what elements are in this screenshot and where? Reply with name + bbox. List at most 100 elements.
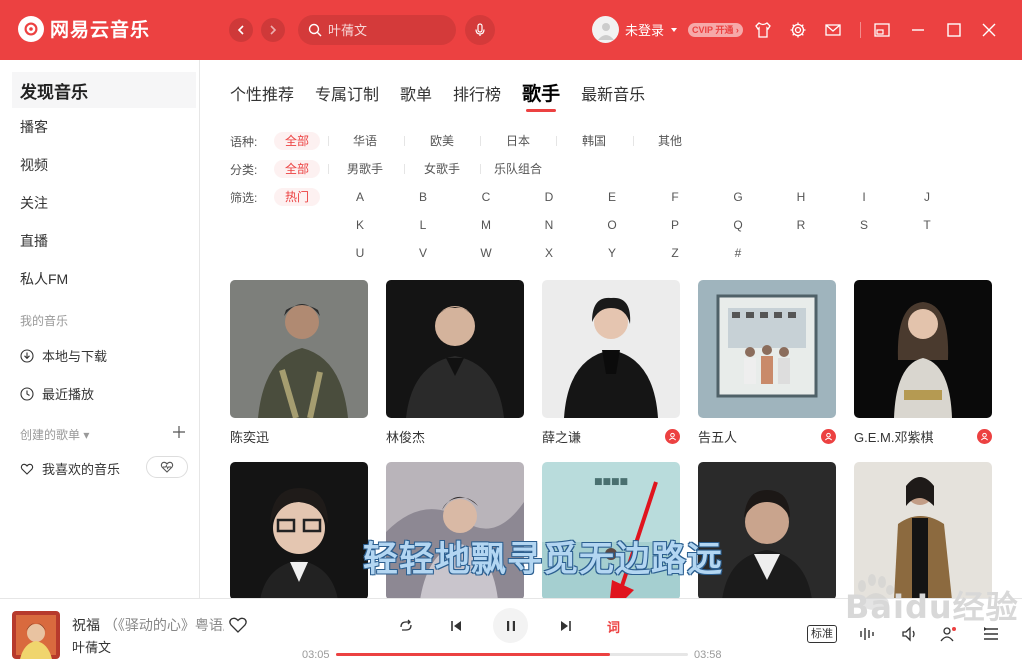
artist-verified-badge[interactable] xyxy=(821,429,836,444)
filter-option[interactable]: G xyxy=(715,188,761,206)
filter-option[interactable]: 乐队组合 xyxy=(486,160,550,178)
artist-card[interactable]: 薛之谦 xyxy=(542,280,680,445)
sidebar-item-video[interactable]: 视频 xyxy=(12,147,196,183)
artist-verified-badge[interactable] xyxy=(977,429,992,444)
filter-option[interactable]: V xyxy=(400,244,446,262)
tab-charts[interactable]: 排行榜 xyxy=(453,81,501,112)
album-cover[interactable] xyxy=(12,611,60,659)
filter-option[interactable]: 全部 xyxy=(274,132,320,150)
artist-card[interactable] xyxy=(230,462,368,598)
sidebar-item-local-download[interactable]: 本地与下载 xyxy=(20,346,107,365)
heartbeat-mode-button[interactable] xyxy=(146,456,188,478)
filter-option[interactable]: L xyxy=(400,216,446,234)
artist-name[interactable]: 薛之谦 xyxy=(542,427,581,446)
filter-option[interactable]: H xyxy=(778,188,824,206)
sidebar-item-recent[interactable]: 最近播放 xyxy=(20,384,94,403)
filter-option[interactable]: W xyxy=(463,244,509,262)
filter-option[interactable]: J xyxy=(904,188,950,206)
sidebar-item-discover[interactable]: 发现音乐 xyxy=(12,72,196,108)
artist-photo[interactable] xyxy=(698,280,836,418)
maximize-button[interactable] xyxy=(943,19,965,41)
artist-name[interactable]: G.E.M.邓紫棋 xyxy=(854,427,933,446)
song-artist[interactable]: 叶蒨文 xyxy=(72,637,111,656)
filter-option[interactable]: B xyxy=(400,188,446,206)
tab-artists[interactable]: 歌手 xyxy=(522,79,560,112)
filter-option[interactable]: Q xyxy=(715,216,761,234)
messages-button[interactable] xyxy=(822,19,844,41)
sidebar-item-live[interactable]: 直播 xyxy=(12,223,196,259)
artist-photo[interactable] xyxy=(230,280,368,418)
filter-option[interactable]: D xyxy=(526,188,572,206)
filter-option[interactable]: R xyxy=(778,216,824,234)
sidebar-item-follow[interactable]: 关注 xyxy=(12,185,196,221)
desktop-lyrics[interactable]: 轻轻地飘寻觅无边路远 xyxy=(363,531,723,582)
filter-option[interactable]: A xyxy=(337,188,383,206)
quality-button[interactable]: 标准 xyxy=(807,625,837,643)
artist-name[interactable]: 告五人 xyxy=(698,427,737,446)
back-button[interactable] xyxy=(229,18,253,42)
filter-option[interactable]: X xyxy=(526,244,572,262)
artist-card[interactable]: G.E.M.邓紫棋 xyxy=(854,280,992,445)
tab-new-music[interactable]: 最新音乐 xyxy=(581,81,645,112)
artist-card[interactable]: 林俊杰 xyxy=(386,280,524,445)
voice-search-button[interactable] xyxy=(465,15,495,45)
tab-custom[interactable]: 专属订制 xyxy=(315,81,379,112)
filter-option[interactable]: O xyxy=(589,216,635,234)
loop-mode-button[interactable] xyxy=(398,618,414,634)
filter-option[interactable]: Z xyxy=(652,244,698,262)
app-logo[interactable]: 网易云音乐 xyxy=(18,15,150,42)
filter-option[interactable]: M xyxy=(463,216,509,234)
artist-verified-badge[interactable] xyxy=(665,429,680,444)
filter-option[interactable]: 欧美 xyxy=(419,132,465,150)
filter-option[interactable]: 日本 xyxy=(495,132,541,150)
next-button[interactable] xyxy=(558,618,574,634)
sidebar-item-podcast[interactable]: 播客 xyxy=(12,109,196,145)
filter-option[interactable]: 男歌手 xyxy=(342,160,388,178)
play-pause-button[interactable] xyxy=(493,608,528,643)
filter-option[interactable]: U xyxy=(337,244,383,262)
artist-card[interactable]: 陈奕迅 xyxy=(230,280,368,445)
add-playlist-icon[interactable] xyxy=(171,424,187,440)
filter-option[interactable]: E xyxy=(589,188,635,206)
filter-option[interactable]: K xyxy=(337,216,383,234)
avatar[interactable] xyxy=(592,16,619,43)
filter-option[interactable]: C xyxy=(463,188,509,206)
artist-name[interactable]: 林俊杰 xyxy=(386,427,425,446)
like-button[interactable] xyxy=(228,615,248,635)
artist-photo[interactable] xyxy=(386,280,524,418)
search-input[interactable] xyxy=(328,22,438,38)
user-area[interactable]: 未登录 CVIP 开通 › xyxy=(592,16,743,43)
filter-option[interactable]: P xyxy=(652,216,698,234)
artist-name[interactable]: 陈奕迅 xyxy=(230,427,269,446)
filter-option[interactable]: # xyxy=(715,244,761,262)
filter-option[interactable]: I xyxy=(841,188,887,206)
created-playlists-header[interactable]: 创建的歌单 ▾ xyxy=(20,426,89,443)
filter-option[interactable]: Y xyxy=(589,244,635,262)
filter-option[interactable]: 热门 xyxy=(274,188,320,206)
artist-photo[interactable] xyxy=(230,462,368,598)
filter-option[interactable]: 女歌手 xyxy=(419,160,465,178)
close-button[interactable] xyxy=(978,19,1000,41)
minimize-button[interactable] xyxy=(907,19,929,41)
filter-option[interactable]: F xyxy=(652,188,698,206)
settings-button[interactable] xyxy=(787,19,809,41)
filter-option[interactable]: 其他 xyxy=(647,132,693,150)
filter-option[interactable]: 韩国 xyxy=(571,132,617,150)
artist-photo[interactable] xyxy=(854,280,992,418)
filter-option[interactable]: 全部 xyxy=(274,160,320,178)
forward-button[interactable] xyxy=(261,18,285,42)
artist-card[interactable]: 告五人 xyxy=(698,280,836,445)
tab-playlists[interactable]: 歌单 xyxy=(400,81,432,112)
artist-photo[interactable] xyxy=(542,280,680,418)
login-status[interactable]: 未登录 xyxy=(625,20,664,39)
song-name[interactable]: 祝福 xyxy=(72,617,100,633)
filter-option[interactable]: T xyxy=(904,216,950,234)
tab-recommend[interactable]: 个性推荐 xyxy=(230,81,294,112)
song-title[interactable]: 祝福 （《驿动的心》粤语版） xyxy=(72,615,224,635)
filter-option[interactable]: 华语 xyxy=(342,132,388,150)
skin-button[interactable] xyxy=(752,19,774,41)
sidebar-item-liked-music[interactable]: 我喜欢的音乐 xyxy=(20,459,120,478)
sidebar-item-fm[interactable]: 私人FM xyxy=(12,261,196,297)
vip-badge[interactable]: CVIP 开通 › xyxy=(688,22,743,37)
mini-mode-button[interactable] xyxy=(871,19,893,41)
